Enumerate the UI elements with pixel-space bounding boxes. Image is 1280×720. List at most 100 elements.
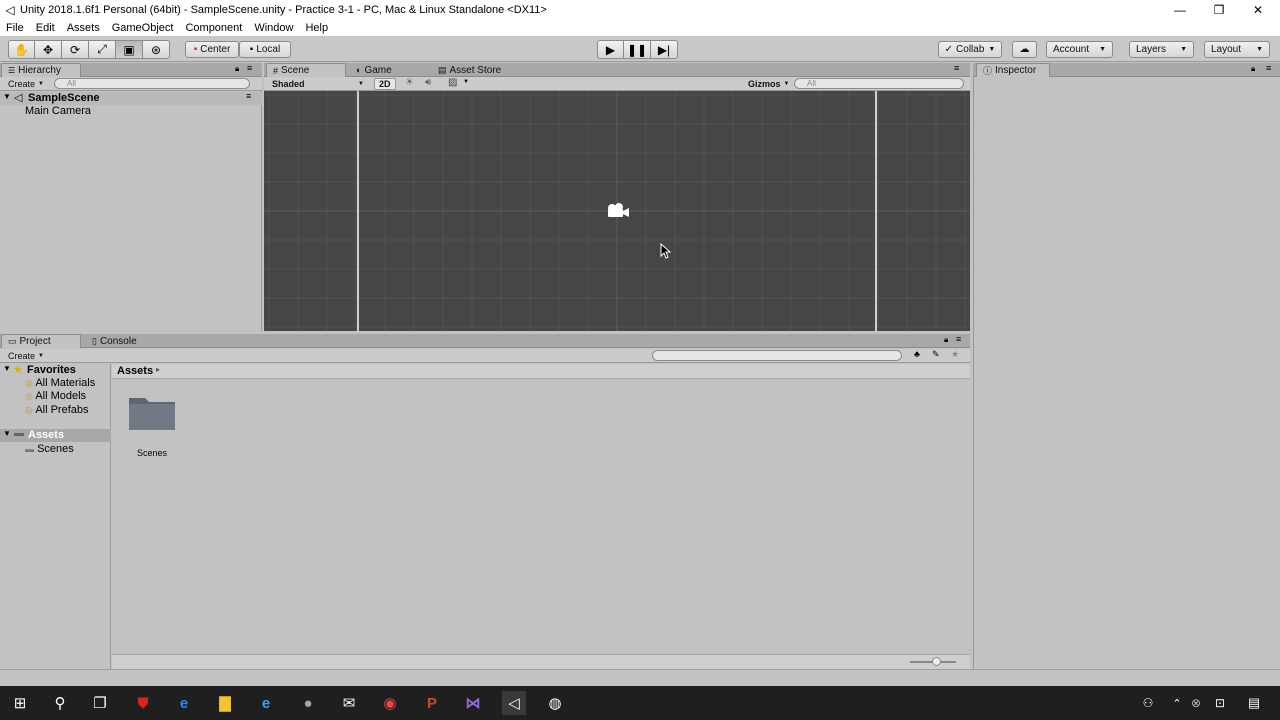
lock-icon[interactable]: 🔒︎ — [1251, 64, 1255, 74]
notification-icon[interactable]: ▤ — [1242, 691, 1266, 715]
project-create-button[interactable]: Create ▼ — [4, 350, 48, 362]
task-view-icon[interactable]: ❐ — [88, 691, 112, 715]
powerpoint-icon[interactable]: P — [420, 691, 444, 715]
tab-scene[interactable]: # Scene — [266, 63, 346, 77]
panel-menu-icon[interactable]: ≡ — [1266, 63, 1271, 73]
local-space-icon: ▪ — [249, 44, 254, 55]
minimize-button[interactable]: — — [1160, 0, 1200, 19]
scene-menu-icon[interactable]: ≡ — [246, 91, 251, 101]
assets-row[interactable]: ▼ ▬ Assets — [0, 428, 111, 442]
folder-tree-item[interactable]: ▬ Scenes — [25, 443, 74, 455]
people-icon[interactable]: ⚇ — [1136, 691, 1160, 715]
layout-dropdown[interactable]: Layout ▼ — [1204, 41, 1270, 58]
network-icon[interactable]: ⊗ — [1184, 691, 1208, 715]
hierarchy-item-main-camera[interactable]: Main Camera — [25, 105, 91, 117]
menu-file[interactable]: File — [0, 22, 30, 34]
obs-icon[interactable]: ◍ — [543, 691, 567, 715]
unity-app-icon[interactable]: ◁ — [502, 691, 526, 715]
scene-row[interactable]: ▼ ◁ SampleScene ≡ — [0, 91, 262, 105]
search-icon[interactable]: ⚲ — [48, 691, 72, 715]
zoom-slider-thumb[interactable] — [932, 657, 941, 666]
scene-tabbar: # Scene ◐ Game ▤ Asset Store ≡ — [264, 63, 970, 77]
shading-mode-dropdown[interactable]: Shaded ▼ — [268, 78, 368, 90]
internet-explorer-icon[interactable]: e — [254, 691, 278, 715]
menu-help[interactable]: Help — [299, 22, 334, 34]
favorite-star-icon[interactable]: ★ — [951, 349, 959, 360]
unity-scene-icon: ◁ — [14, 92, 23, 104]
browser-globe-icon[interactable]: ● — [296, 691, 320, 715]
lock-icon[interactable]: 🔒︎ — [235, 64, 239, 74]
menu-gameobject[interactable]: GameObject — [106, 22, 180, 34]
menu-window[interactable]: Window — [248, 22, 299, 34]
mcafee-icon[interactable]: ⛊ — [131, 691, 155, 715]
restore-button[interactable]: ❐ — [1199, 0, 1239, 19]
account-dropdown[interactable]: Account ▼ — [1046, 41, 1113, 58]
menu-component[interactable]: Component — [179, 22, 248, 34]
scene-search-input[interactable]: All — [794, 78, 964, 89]
pivot-center-button[interactable]: ▪ Center — [185, 41, 239, 58]
favorite-item[interactable]: ◎ All Materials — [25, 377, 95, 389]
panel-menu-icon[interactable]: ≡ — [247, 63, 252, 73]
expand-arrow-icon[interactable]: ▼ — [3, 364, 11, 373]
expand-arrow-icon[interactable]: ▼ — [3, 92, 11, 101]
transform-icon[interactable]: ⊛ — [143, 40, 170, 59]
space-local-button[interactable]: ▪ Local — [239, 41, 291, 58]
tab-game[interactable]: ◐ Game — [350, 63, 398, 77]
windows-start-icon[interactable]: ⊞ — [8, 691, 32, 715]
favorite-item[interactable]: ◎ All Models — [25, 390, 86, 402]
mode-2d-toggle[interactable]: 2D — [374, 78, 396, 90]
effects-icon[interactable]: ▨ — [448, 77, 457, 88]
chevron-down-icon: ▼ — [783, 81, 790, 87]
audio-icon[interactable]: 🔊︎ — [425, 77, 431, 88]
expand-arrow-icon[interactable]: ▼ — [3, 429, 11, 438]
scene-viewport[interactable] — [264, 91, 970, 331]
ime-icon[interactable]: ⊡ — [1208, 691, 1232, 715]
status-bar — [0, 669, 1280, 686]
lock-icon[interactable]: 🔒︎ — [944, 335, 948, 345]
play-icon[interactable]: ▶ — [597, 40, 624, 59]
favorite-item[interactable]: ◎ All Prefabs — [25, 404, 89, 416]
hand-icon[interactable]: ✋ — [8, 40, 35, 59]
collab-dropdown[interactable]: ✓ Collab ▼ — [938, 41, 1002, 58]
breadcrumb-assets[interactable]: Assets — [117, 365, 153, 377]
transform-tools: ✋ ✥ ⟳ ⤢ ▣ ⊛ — [8, 40, 170, 59]
tab-hierarchy[interactable]: ☰ Hierarchy — [1, 63, 81, 77]
collab-check-icon: ✓ — [944, 44, 954, 55]
tab-inspector[interactable]: ⓘ Inspector — [976, 63, 1050, 77]
panel-menu-icon[interactable]: ≡ — [956, 334, 961, 344]
rect-icon[interactable]: ▣ — [116, 40, 143, 59]
chevron-down-icon: ▼ — [358, 81, 364, 87]
gizmos-dropdown[interactable]: Gizmos ▼ — [744, 78, 793, 90]
file-explorer-icon[interactable]: ▇ — [213, 691, 237, 715]
hierarchy-create-button[interactable]: Create ▼ — [4, 78, 48, 90]
tab-asset-store[interactable]: ▤ Asset Store — [432, 63, 507, 77]
tab-console[interactable]: ▯ Console — [86, 334, 143, 348]
edge-icon[interactable]: e — [172, 691, 196, 715]
mail-icon[interactable]: ✉ — [337, 691, 361, 715]
rotate-icon[interactable]: ⟳ — [62, 40, 89, 59]
project-search-input[interactable] — [652, 350, 902, 361]
layers-dropdown[interactable]: Layers ▼ — [1129, 41, 1194, 58]
cloud-button[interactable]: ☁ — [1012, 41, 1037, 58]
hierarchy-content: ▼ ◁ SampleScene ≡ Main Camera — [0, 91, 262, 331]
chevron-down-icon[interactable]: ▼ — [463, 79, 469, 85]
scale-icon[interactable]: ⤢ — [89, 40, 116, 59]
pause-icon[interactable]: ❚❚ — [624, 40, 651, 59]
close-button[interactable]: ✕ — [1238, 0, 1278, 19]
favorites-row[interactable]: ▼ ★ Favorites — [0, 364, 111, 377]
windows-taskbar: ⊞ ⚲ ❐ ⛊ e ▇ e ● ✉ ◉ P ⋈ ◁ ◍ ⚇ ⌃ ⊗ ⊡ ▤ — [0, 686, 1280, 720]
menu-assets[interactable]: Assets — [61, 22, 106, 34]
move-icon[interactable]: ✥ — [35, 40, 62, 59]
menu-edit[interactable]: Edit — [30, 22, 61, 34]
visual-studio-icon[interactable]: ⋈ — [461, 691, 485, 715]
lighting-icon[interactable]: ☀ — [405, 77, 414, 88]
hierarchy-search-input[interactable]: All — [54, 78, 250, 89]
panel-menu-icon[interactable]: ≡ — [954, 63, 959, 73]
tab-project[interactable]: ▭ Project — [1, 334, 81, 348]
asset-folder-item[interactable]: Scenes — [127, 394, 177, 458]
camera-gizmo-icon[interactable] — [606, 202, 630, 220]
step-icon[interactable]: ▶| — [651, 40, 678, 59]
chrome-icon[interactable]: ◉ — [378, 691, 402, 715]
filter-label-icon[interactable]: ✎ — [932, 349, 940, 360]
filter-type-icon[interactable]: ♣ — [914, 349, 920, 359]
